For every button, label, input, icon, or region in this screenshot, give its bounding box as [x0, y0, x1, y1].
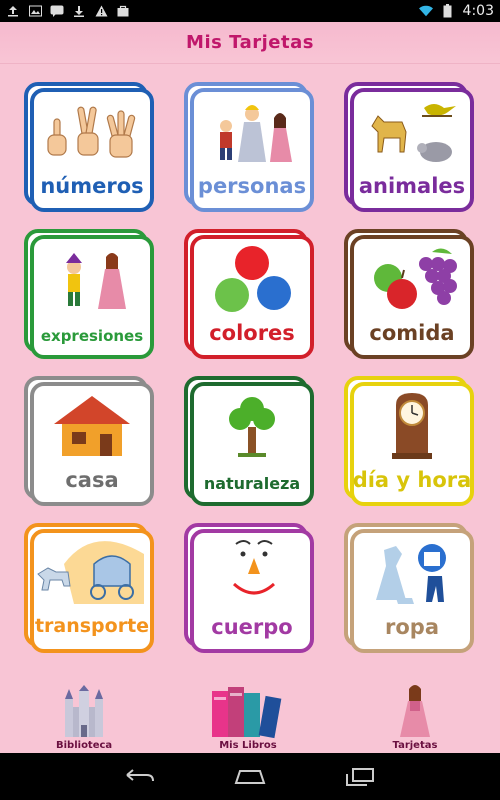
- card-label: casa: [65, 468, 119, 492]
- card-naturaleza[interactable]: naturaleza: [184, 376, 314, 506]
- title-bar: Mis Tarjetas: [0, 22, 500, 64]
- clothes-icon: [376, 544, 446, 604]
- books-icon: [212, 687, 282, 739]
- warning-icon: [94, 4, 108, 18]
- card-label: colores: [209, 321, 295, 345]
- recents-icon: [346, 767, 374, 786]
- card-label: comida: [369, 321, 455, 345]
- page-title: Mis Tarjetas: [186, 32, 314, 53]
- nav-label-tarjetas: Tarjetas: [392, 740, 438, 751]
- card-comida[interactable]: comida: [344, 229, 474, 359]
- battery-icon: [441, 4, 455, 18]
- bottom-nav: Biblioteca Mis Libros Tarjetas: [0, 683, 500, 753]
- clock: 4:03: [462, 3, 494, 19]
- house-icon: [54, 396, 130, 456]
- nav-label-biblioteca: Biblioteca: [56, 740, 113, 751]
- card-colores[interactable]: colores: [184, 229, 314, 359]
- card-animales[interactable]: animales: [344, 82, 474, 212]
- card-ropa[interactable]: ropa: [344, 523, 474, 653]
- recents-button[interactable]: [340, 762, 380, 792]
- card-label: expresiones: [40, 327, 144, 345]
- card-transporte[interactable]: transporte: [24, 523, 154, 653]
- castle-icon: [65, 685, 104, 737]
- nav-tarjetas[interactable]: Tarjetas: [392, 683, 438, 751]
- card-personas[interactable]: personas: [184, 82, 314, 212]
- system-nav-bar: [0, 753, 500, 800]
- card-label: animales: [358, 174, 466, 198]
- card-numeros[interactable]: números: [24, 82, 154, 212]
- card-label: cuerpo: [211, 615, 293, 639]
- back-icon: [126, 768, 154, 781]
- talk-icon: [50, 4, 64, 18]
- back-button[interactable]: [120, 762, 160, 792]
- face-icon: [232, 540, 276, 595]
- card-label: naturaleza: [203, 474, 301, 493]
- nav-biblioteca[interactable]: Biblioteca: [56, 685, 112, 751]
- card-casa[interactable]: casa: [24, 376, 154, 506]
- expressions-icon: [66, 253, 126, 309]
- upload-icon: [6, 4, 20, 18]
- card-label: transporte: [34, 615, 150, 637]
- fruit-icon: [374, 248, 457, 309]
- carriage-icon: [37, 541, 144, 604]
- image-icon: [28, 4, 42, 18]
- hands-counting-icon: [47, 106, 136, 158]
- people-icon: [220, 105, 292, 162]
- nav-mis-libros[interactable]: Mis Libros: [208, 683, 288, 751]
- nav-label-mis-libros: Mis Libros: [219, 740, 277, 751]
- tree-icon: [229, 397, 275, 457]
- home-icon: [234, 769, 266, 784]
- download-icon: [72, 4, 86, 18]
- status-bar: 4:03: [0, 0, 500, 22]
- card-label: números: [40, 174, 144, 198]
- card-cuerpo[interactable]: cuerpo: [184, 523, 314, 653]
- card-label: día y hora: [352, 468, 472, 492]
- wifi-icon: [418, 4, 433, 18]
- clock-icon: [392, 393, 432, 459]
- card-label: personas: [197, 174, 307, 198]
- animals-icon: [371, 104, 456, 162]
- card-expresiones[interactable]: expresiones: [24, 229, 154, 359]
- princess-icon: [400, 685, 430, 737]
- home-button[interactable]: [230, 762, 270, 792]
- card-dia-y-hora[interactable]: día y hora: [344, 376, 474, 506]
- app-screen: Mis Tarjetas números personas animales e…: [0, 22, 500, 753]
- card-label: ropa: [385, 615, 439, 639]
- bag-icon: [116, 4, 130, 18]
- card-grid: números personas animales expresiones co…: [24, 82, 480, 653]
- color-dots-icon: [215, 246, 291, 312]
